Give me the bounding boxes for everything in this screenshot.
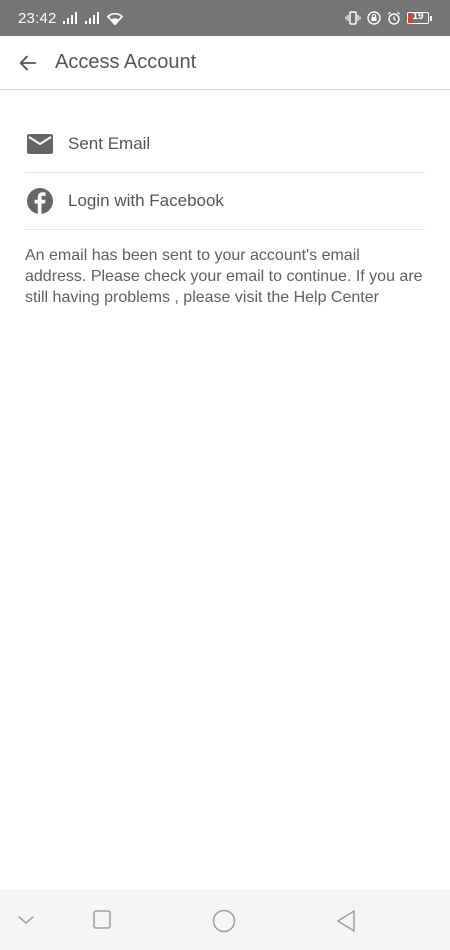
nav-down-button[interactable] <box>16 909 36 931</box>
alarm-icon <box>388 11 400 25</box>
back-button[interactable] <box>8 43 48 83</box>
back-triangle-icon <box>337 910 355 932</box>
signal-icon <box>84 12 99 24</box>
home-icon <box>212 909 236 933</box>
app-bar: Access Account <box>0 36 450 90</box>
page-title: Access Account <box>55 51 197 73</box>
facebook-icon-wrapper <box>25 187 55 215</box>
email-icon-wrapper <box>25 133 55 155</box>
email-icon <box>27 134 53 154</box>
recents-button[interactable] <box>92 909 112 931</box>
battery-body: 19 <box>407 12 429 24</box>
login-facebook-option[interactable]: Login with Facebook <box>25 173 425 230</box>
main-content: Sent Email Login with Facebook An email … <box>25 116 425 308</box>
facebook-icon <box>27 188 53 214</box>
home-button[interactable] <box>211 909 237 933</box>
lock-rotation-icon <box>367 11 381 25</box>
status-bar-right: 19 <box>345 11 432 25</box>
status-time: 23:42 <box>18 9 57 27</box>
status-bar: 23:42 19 <box>0 0 450 36</box>
arrow-back-icon <box>19 55 37 70</box>
battery-cap <box>430 15 432 21</box>
signal-icon <box>62 12 77 24</box>
sent-email-option[interactable]: Sent Email <box>25 116 425 173</box>
back-nav-button[interactable] <box>335 909 357 933</box>
wifi-icon <box>106 12 123 25</box>
sent-email-label: Sent Email <box>68 134 151 153</box>
battery-level: 19 <box>412 12 424 22</box>
battery-icon: 19 <box>407 12 432 24</box>
recents-icon <box>93 910 111 929</box>
nav-down-icon <box>18 916 34 924</box>
vibrate-icon <box>345 11 361 25</box>
login-facebook-label: Login with Facebook <box>68 191 224 210</box>
email-sent-message: An email has been sent to your account's… <box>25 247 423 306</box>
status-bar-left: 23:42 <box>18 10 123 27</box>
system-nav-bar <box>0 890 450 950</box>
